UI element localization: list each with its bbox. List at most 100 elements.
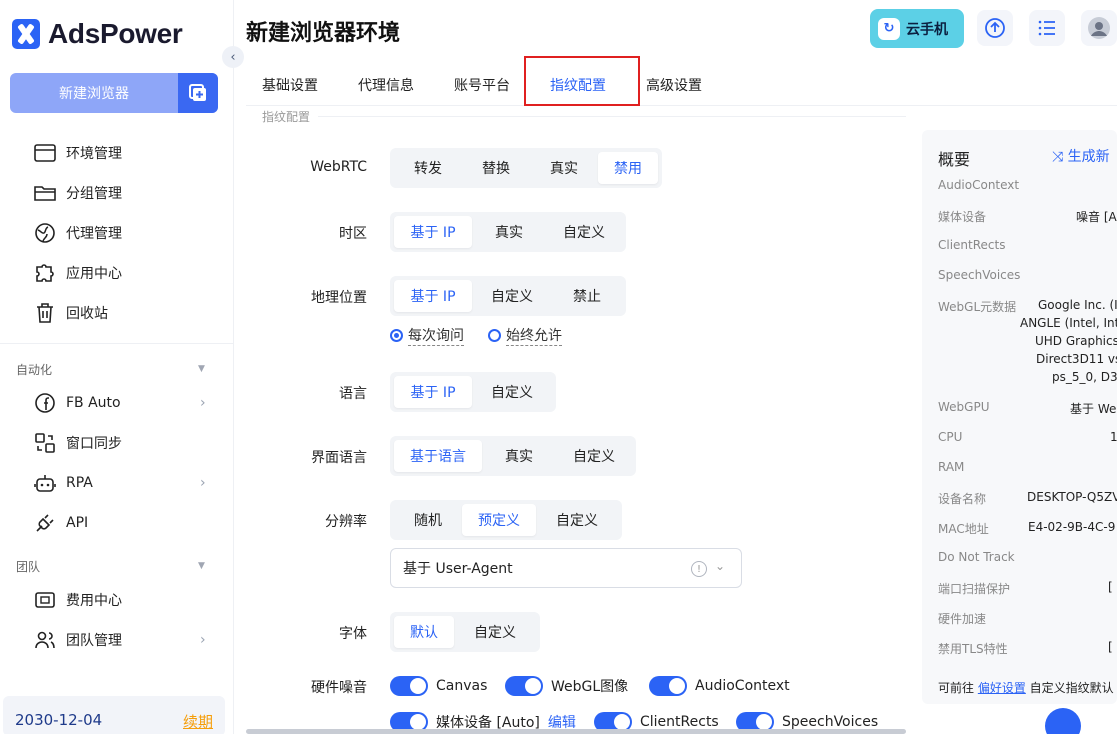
sidebar-item-billing[interactable]: 费用中心 (34, 588, 122, 612)
resolution-segmented: 随机 预定义 自定义 (390, 500, 622, 540)
overview-panel: 概要 ⤨ 生成新 AudioContext 媒体设备 噪音 [A ClientR… (922, 130, 1117, 704)
sidebar-item-apps[interactable]: 应用中心 (34, 261, 122, 285)
new-browser-label[interactable]: 新建浏览器 (10, 73, 178, 113)
toggle-audio-context[interactable]: AudioContext (649, 676, 790, 696)
timezone-option-ip[interactable]: 基于 IP (394, 216, 472, 248)
geo-label: 地理位置 (311, 290, 367, 306)
adspower-logo-icon (12, 19, 40, 49)
geo-option-ip[interactable]: 基于 IP (394, 280, 472, 312)
sidebar-item-env[interactable]: 环境管理 (34, 141, 122, 165)
geo-segmented: 基于 IP 自定义 禁止 (390, 276, 626, 316)
radio-ask-label[interactable]: 每次询问 (408, 325, 464, 346)
sidebar-item-rpa[interactable]: RPA › (34, 471, 206, 495)
ui-language-option-language[interactable]: 基于语言 (394, 440, 482, 472)
collapse-sidebar-button[interactable]: ‹ (222, 46, 244, 68)
webrtc-option-replace[interactable]: 替换 (462, 152, 530, 184)
highlight-box (524, 56, 640, 106)
new-browser-button[interactable]: 新建浏览器 (10, 73, 218, 113)
overview-key: MAC地址 (938, 522, 989, 536)
ui-language-segmented: 基于语言 真实 自定义 (390, 436, 636, 476)
footer-suffix: 自定义指纹默认 (1025, 681, 1114, 695)
generate-new-label: 生成新 (1067, 149, 1110, 165)
ui-language-option-custom[interactable]: 自定义 (556, 440, 632, 472)
sidebar-item-groups[interactable]: 分组管理 (34, 181, 122, 205)
overview-value: 基于 We (1070, 402, 1117, 416)
sidebar-item-team[interactable]: 团队管理 › (34, 628, 206, 652)
tab-advanced[interactable]: 高级设置 (646, 75, 702, 95)
avatar[interactable] (1081, 10, 1117, 46)
resolution-option-custom[interactable]: 自定义 (536, 504, 618, 536)
horizontal-scrollbar[interactable] (246, 729, 906, 734)
overview-key: Do Not Track (938, 550, 1015, 564)
overview-value: 噪音 [A (1076, 210, 1117, 224)
sidebar-item-api[interactable]: API (34, 511, 88, 535)
tab-account[interactable]: 账号平台 (454, 75, 510, 95)
sidebar-item-trash[interactable]: 回收站 (34, 301, 108, 325)
language-option-custom[interactable]: 自定义 (472, 376, 552, 408)
sidebar-item-window-sync[interactable]: 窗口同步 (34, 431, 122, 455)
font-segmented: 默认 自定义 (390, 612, 540, 652)
upload-icon[interactable] (977, 10, 1013, 46)
toggle-label: ClientRects (640, 714, 719, 730)
task-list-icon[interactable] (1029, 10, 1065, 46)
trash-icon (34, 302, 56, 324)
renew-link[interactable]: 续期 (183, 711, 213, 732)
geo-option-custom[interactable]: 自定义 (472, 280, 552, 312)
language-label: 语言 (339, 386, 367, 402)
webrtc-segmented: 转发 替换 真实 禁用 (390, 148, 662, 188)
resolution-option-predefined[interactable]: 预定义 (462, 504, 536, 536)
timezone-label: 时区 (339, 226, 367, 242)
toggle-webgl-image[interactable]: WebGL图像 (505, 676, 628, 696)
resolution-select[interactable]: 基于 User-Agent ! ⌄ (390, 548, 742, 588)
timezone-option-real[interactable]: 真实 (472, 216, 546, 248)
overview-key: WebGPU (938, 400, 990, 414)
timezone-segmented: 基于 IP 真实 自定义 (390, 212, 626, 252)
webrtc-option-real[interactable]: 真实 (530, 152, 598, 184)
support-chat-icon[interactable] (1045, 708, 1081, 734)
webrtc-option-disable[interactable]: 禁用 (598, 152, 658, 184)
sidebar-item-label: 应用中心 (66, 266, 122, 282)
toggle-switch[interactable] (505, 676, 543, 696)
ui-language-option-real[interactable]: 真实 (482, 440, 556, 472)
puzzle-icon (34, 262, 56, 284)
timezone-option-custom[interactable]: 自定义 (546, 216, 622, 248)
radio-always-allow[interactable] (488, 329, 501, 342)
sidebar-item-fb-auto[interactable]: FB Auto › (34, 391, 206, 415)
quick-add-icon[interactable] (178, 73, 218, 113)
sidebar-item-proxy[interactable]: 代理管理 (34, 221, 122, 245)
resolution-option-random[interactable]: 随机 (394, 504, 462, 536)
toggle-canvas[interactable]: Canvas (390, 676, 487, 696)
expiry-box: 2030-12-04 续期 (3, 696, 225, 734)
tab-basic[interactable]: 基础设置 (262, 75, 318, 95)
caret-down-icon[interactable]: ▼ (198, 561, 205, 571)
language-option-ip[interactable]: 基于 IP (394, 376, 472, 408)
overview-value: [ (1108, 580, 1113, 594)
webrtc-option-forward[interactable]: 转发 (394, 152, 462, 184)
resolution-label: 分辨率 (325, 514, 367, 530)
sidebar-item-label: 分组管理 (66, 186, 122, 202)
geo-option-block[interactable]: 禁止 (552, 280, 622, 312)
overview-key: WebGL元数据 (938, 300, 1017, 314)
language-segmented: 基于 IP 自定义 (390, 372, 556, 412)
info-icon[interactable]: ! (691, 561, 707, 577)
font-option-custom[interactable]: 自定义 (454, 616, 536, 648)
toggle-label: WebGL图像 (551, 679, 629, 695)
radio-ask-each-time[interactable] (390, 329, 403, 342)
sidebar-item-label: 代理管理 (66, 226, 122, 242)
cloud-phone-icon: ↻ (878, 17, 900, 40)
caret-down-icon[interactable]: ▼ (198, 364, 205, 374)
robot-icon (34, 472, 56, 494)
app-logo[interactable]: AdsPower (12, 18, 183, 50)
resolution-select-value: 基于 User-Agent (403, 561, 513, 577)
chevron-right-icon: › (200, 632, 206, 648)
preferences-link[interactable]: 偏好设置 (978, 681, 1026, 695)
radio-allow-label[interactable]: 始终允许 (506, 325, 562, 346)
toggle-switch[interactable] (649, 676, 687, 696)
toggle-switch[interactable] (390, 676, 428, 696)
font-option-default[interactable]: 默认 (394, 616, 454, 648)
generate-new-button[interactable]: ⤨ 生成新 (1052, 146, 1110, 166)
tab-proxy[interactable]: 代理信息 (358, 75, 414, 95)
sidebar-item-label: 费用中心 (66, 593, 122, 609)
cloud-phone-button[interactable]: ↻ 云手机 (870, 9, 964, 48)
overview-value: Google Inc. (I (1038, 298, 1117, 312)
